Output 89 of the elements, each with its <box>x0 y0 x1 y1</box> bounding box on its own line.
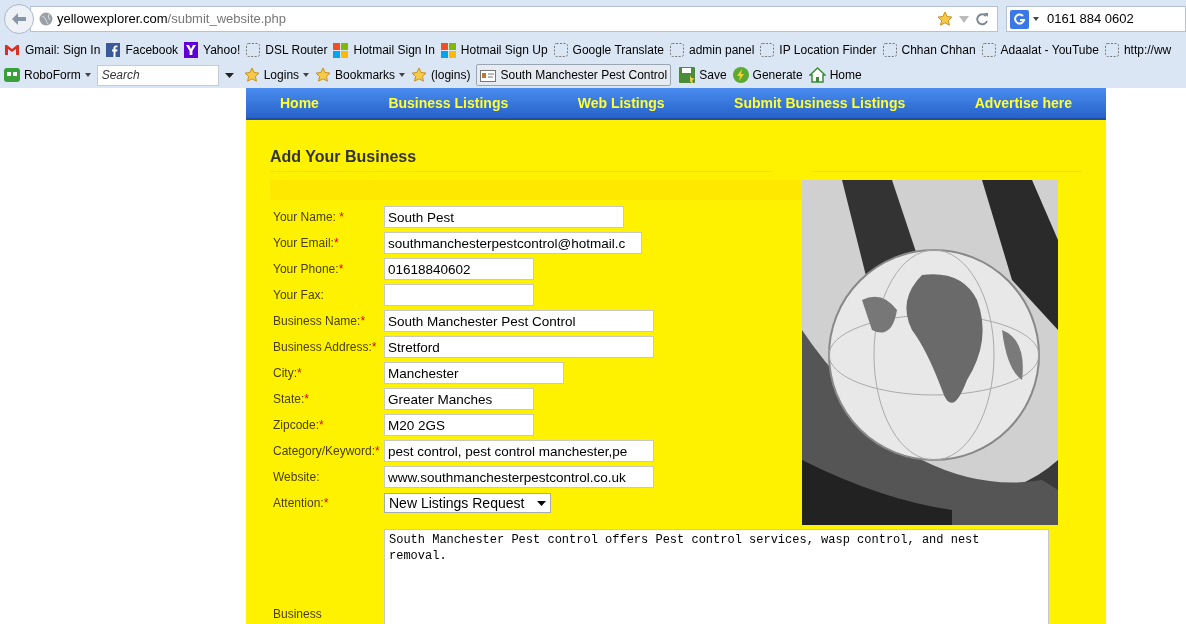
text-field[interactable]: pest control, pest control manchester,pe <box>384 440 654 462</box>
address-bar[interactable]: yellowexplorer.com/submit_website.php <box>30 6 998 32</box>
blank-page-icon <box>246 43 261 57</box>
field-label: Your Fax: <box>272 287 325 304</box>
robot-face-icon <box>4 68 20 82</box>
search-text: 0161 884 0602 <box>1047 10 1134 29</box>
nav-link[interactable]: Web Listings <box>577 92 665 114</box>
home-button[interactable]: Home <box>808 66 862 84</box>
text-field[interactable]: South Pest <box>384 206 624 228</box>
logins-button[interactable]: Logins <box>243 66 310 84</box>
passcard-button[interactable]: South Manchester Pest Control <box>476 64 672 86</box>
star-icon <box>315 67 332 83</box>
bookmark-link[interactable]: Hotmail Sign Up <box>440 41 548 59</box>
field-label: Business <box>272 606 323 623</box>
text-field[interactable] <box>384 284 534 306</box>
dropdown-arrow-icon <box>224 72 234 78</box>
bookmark-link[interactable]: admin panel <box>669 41 755 59</box>
bookmark-link[interactable]: IP Location Finder <box>760 41 877 59</box>
text-field[interactable]: southmanchesterpestcontrol@hotmail.c <box>384 232 642 254</box>
text-field[interactable]: M20 2GS <box>384 414 534 436</box>
bookmark-link[interactable]: DSL Router <box>246 41 328 59</box>
description-field[interactable]: South Manchester Pest control offers Pest control services, wasp control, and nest removal. <box>384 529 1049 624</box>
house-icon <box>808 67 826 83</box>
back-arrow-icon <box>12 13 26 25</box>
bookmark-link[interactable]: Yahoo! <box>184 41 241 59</box>
text-field[interactable]: Greater Manches <box>384 388 534 410</box>
globe-icon <box>39 12 53 26</box>
field-label: Zipcode:* <box>272 417 325 434</box>
text-field[interactable]: South Manchester Pest Control <box>384 310 654 332</box>
bookmark-link[interactable]: Chhan Chhan <box>882 41 976 59</box>
text-field[interactable]: 01618840602 <box>384 258 534 280</box>
blank-page-icon <box>669 43 684 57</box>
roboform-button[interactable]: RoboForm <box>4 66 91 84</box>
star-icon <box>411 67 428 83</box>
blank-page-icon <box>882 43 897 57</box>
nav-link[interactable]: Submit Business Listings <box>734 92 906 114</box>
caret-icon <box>303 73 310 77</box>
field-label: Your Name: * <box>272 209 345 226</box>
caret-icon <box>84 73 91 77</box>
field-label: Website: <box>272 469 321 486</box>
bookmark-link[interactable]: http://ww <box>1104 41 1172 59</box>
mail-icon <box>4 44 20 56</box>
generate-button[interactable]: Generate <box>732 66 803 84</box>
field-label: Your Email:* <box>272 235 340 252</box>
save-button[interactable]: Save <box>679 66 727 84</box>
bookmark-link[interactable]: Facebook <box>106 41 179 59</box>
nav-link[interactable]: Business Listings <box>388 92 509 114</box>
logins-list-button[interactable]: (logins) <box>411 66 471 84</box>
field-label: Your Phone:* <box>272 261 345 278</box>
search-box[interactable]: 0161 884 0602 <box>1006 6 1186 32</box>
field-label: Business Address:* <box>272 339 378 356</box>
field-label: City:* <box>272 365 303 382</box>
bookmarks-button[interactable]: Bookmarks <box>315 66 406 84</box>
url-text: yellowexplorer.com/submit_website.php <box>57 10 287 29</box>
caret-icon <box>1033 17 1039 21</box>
field-label: Business Name:* <box>272 313 367 330</box>
text-field[interactable]: Stretford <box>384 336 654 358</box>
bookmark-link[interactable]: Adaalat - YouTube <box>981 41 1099 59</box>
text-field[interactable]: www.southmanchesterpestcontrol.co.uk <box>384 466 654 488</box>
attention-select[interactable]: New Listings Request <box>384 493 551 513</box>
y-square-icon <box>184 42 199 58</box>
four-squares-icon <box>440 42 456 58</box>
star-icon <box>243 67 260 83</box>
nav-link[interactable]: Advertise here <box>974 92 1072 114</box>
id-card-icon <box>480 68 497 82</box>
bookmark-link[interactable]: Hotmail Sign In <box>333 41 435 59</box>
search-engine-icon <box>1010 9 1029 29</box>
bookmark-link[interactable]: Google Translate <box>553 41 664 59</box>
blank-page-icon <box>760 43 775 57</box>
reload-icon <box>975 12 989 26</box>
bookmark-star-icon <box>937 11 953 27</box>
page-heading: Add Your Business <box>270 147 418 167</box>
blank-page-icon <box>981 43 996 57</box>
field-label: Category/Keyword:* <box>272 443 381 460</box>
field-label: State:* <box>272 391 311 408</box>
dropdown-arrow-icon <box>959 15 969 23</box>
back-button[interactable] <box>4 4 34 34</box>
dropdown-arrow-icon <box>537 500 546 506</box>
text-field[interactable]: Manchester <box>384 362 564 384</box>
search-field[interactable]: Search <box>96 64 219 86</box>
lightning-circle-icon <box>732 67 749 83</box>
blank-page-icon <box>1104 43 1119 57</box>
nav-link[interactable]: Home <box>280 92 319 114</box>
blank-page-icon <box>553 43 568 57</box>
bookmark-link[interactable]: Gmail: Sign In <box>4 41 101 59</box>
caret-icon <box>399 73 406 77</box>
f-square-icon <box>106 43 121 57</box>
four-squares-icon <box>333 42 349 58</box>
field-label: Attention:* <box>272 495 330 512</box>
